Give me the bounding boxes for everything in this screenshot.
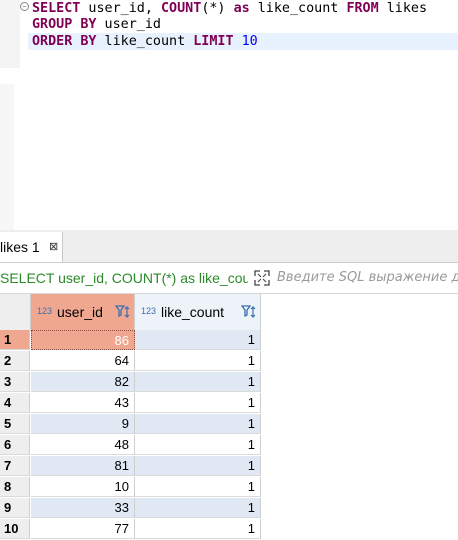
filter-query-text[interactable]: SELECT user_id, COUNT(*) as like_count F… [0, 263, 248, 293]
sql-keyword: FROM [346, 1, 379, 16]
numeric-type-icon: 123 [141, 306, 157, 316]
filter-input[interactable]: Введите SQL выражение для фильтрации рез… [277, 263, 458, 293]
row-number[interactable]: 8 [0, 477, 30, 497]
tab-likes-1[interactable]: likes 1 ⊠ [0, 232, 63, 262]
sql-text: (*) [201, 1, 234, 16]
row-number[interactable]: 5 [0, 414, 30, 434]
results-grid: 123 user_id 123 like_count 1 86 1 2 64 1 3 82 1 4… [0, 294, 458, 539]
table-row[interactable]: 1 86 1 [0, 330, 458, 351]
cell-user-id[interactable]: 64 [31, 351, 135, 371]
row-number[interactable]: 2 [0, 351, 30, 371]
grid-rows: 1 86 1 2 64 1 3 82 1 4 43 1 5 9 1 6 48 1 7 81 1 8 10 1 9 33 1 10 77 1 [0, 330, 458, 540]
cell-like-count[interactable]: 1 [135, 393, 261, 413]
cell-user-id[interactable]: 10 [31, 477, 135, 497]
sql-text: user_id, [80, 1, 161, 16]
sql-keyword: as [233, 1, 250, 16]
cell-like-count[interactable]: 1 [135, 456, 261, 476]
cell-like-count[interactable]: 1 [135, 372, 261, 392]
results-tab-bar: likes 1 ⊠ [0, 230, 458, 263]
cell-like-count[interactable]: 1 [135, 498, 261, 518]
row-number[interactable]: 9 [0, 498, 30, 518]
row-number[interactable]: 4 [0, 393, 30, 413]
cell-user-id[interactable]: 33 [31, 498, 135, 518]
sql-number: 10 [241, 34, 258, 49]
sql-text: like_count [96, 34, 194, 49]
table-row[interactable]: 591 [0, 414, 458, 435]
tab-label: likes 1 [0, 239, 40, 255]
editor-gutter-lower [0, 84, 14, 230]
table-row[interactable]: 3 82 1 [0, 372, 458, 393]
row-number[interactable]: 7 [0, 456, 30, 476]
column-label: like_count [161, 304, 225, 320]
grid-header: 123 user_id 123 like_count [0, 294, 458, 331]
cell-like-count[interactable]: 1 [135, 477, 261, 497]
sql-keyword: SELECT [32, 1, 81, 16]
table-row[interactable]: 10 77 1 [0, 519, 458, 540]
cell-user-id[interactable]: 48 [31, 435, 135, 455]
filter-bar: SELECT user_id, COUNT(*) as like_count F… [0, 263, 458, 294]
table-row[interactable]: 2 64 1 [0, 351, 458, 372]
row-number[interactable]: 1 [0, 330, 30, 350]
row-number[interactable]: 6 [0, 435, 30, 455]
sql-text: user_id [96, 17, 161, 32]
cell-user-id[interactable]: 43 [31, 393, 135, 413]
code-line-2[interactable]: GROUP BY user_id [32, 16, 161, 33]
filter-sort-icon[interactable] [241, 304, 257, 320]
table-row[interactable]: 7 81 1 [0, 456, 458, 477]
cell-like-count[interactable]: 1 [135, 330, 261, 350]
filter-sort-icon[interactable] [115, 304, 131, 320]
sql-keyword: LIMIT [193, 34, 234, 49]
table-row[interactable]: 6 48 1 [0, 435, 458, 456]
cell-user-id[interactable]: 82 [31, 372, 135, 392]
column-header-user-id[interactable]: 123 user_id [31, 294, 135, 331]
row-number-header[interactable] [0, 294, 31, 331]
cell-like-count[interactable]: 1 [135, 435, 261, 455]
table-row[interactable]: 8 10 1 [0, 477, 458, 498]
close-tab-icon[interactable]: ⊠ [49, 232, 58, 262]
cell-like-count[interactable]: 1 [135, 414, 261, 434]
numeric-type-icon: 123 [37, 306, 53, 316]
column-label: user_id [57, 304, 103, 320]
fold-toggle-icon[interactable]: − [20, 2, 29, 11]
sql-text: likes [378, 1, 428, 16]
sql-keyword: ORDER BY [32, 34, 97, 49]
table-row[interactable]: 4 43 1 [0, 393, 458, 414]
cell-like-count[interactable]: 1 [135, 519, 261, 539]
sql-text: like_count [249, 1, 347, 16]
code-line-1[interactable]: SELECT user_id, COUNT(*) as like_count F… [32, 0, 427, 17]
cell-user-id[interactable]: 81 [31, 456, 135, 476]
sql-keyword: COUNT [161, 1, 202, 16]
sql-editor[interactable]: − SELECT user_id, COUNT(*) as like_count… [0, 0, 458, 230]
row-number[interactable]: 3 [0, 372, 30, 392]
cell-user-id[interactable]: 77 [31, 519, 135, 539]
expand-filter-icon[interactable] [254, 270, 270, 286]
cell-user-id[interactable]: 9 [31, 414, 135, 434]
code-line-3[interactable]: ORDER BY like_count LIMIT 10 [28, 33, 458, 50]
editor-gutter [0, 0, 20, 68]
cell-user-id[interactable]: 86 [31, 330, 135, 350]
table-row[interactable]: 9 33 1 [0, 498, 458, 519]
cell-like-count[interactable]: 1 [135, 351, 261, 371]
sql-keyword: GROUP BY [32, 17, 97, 32]
column-header-like-count[interactable]: 123 like_count [135, 294, 261, 331]
row-number[interactable]: 10 [0, 519, 30, 539]
